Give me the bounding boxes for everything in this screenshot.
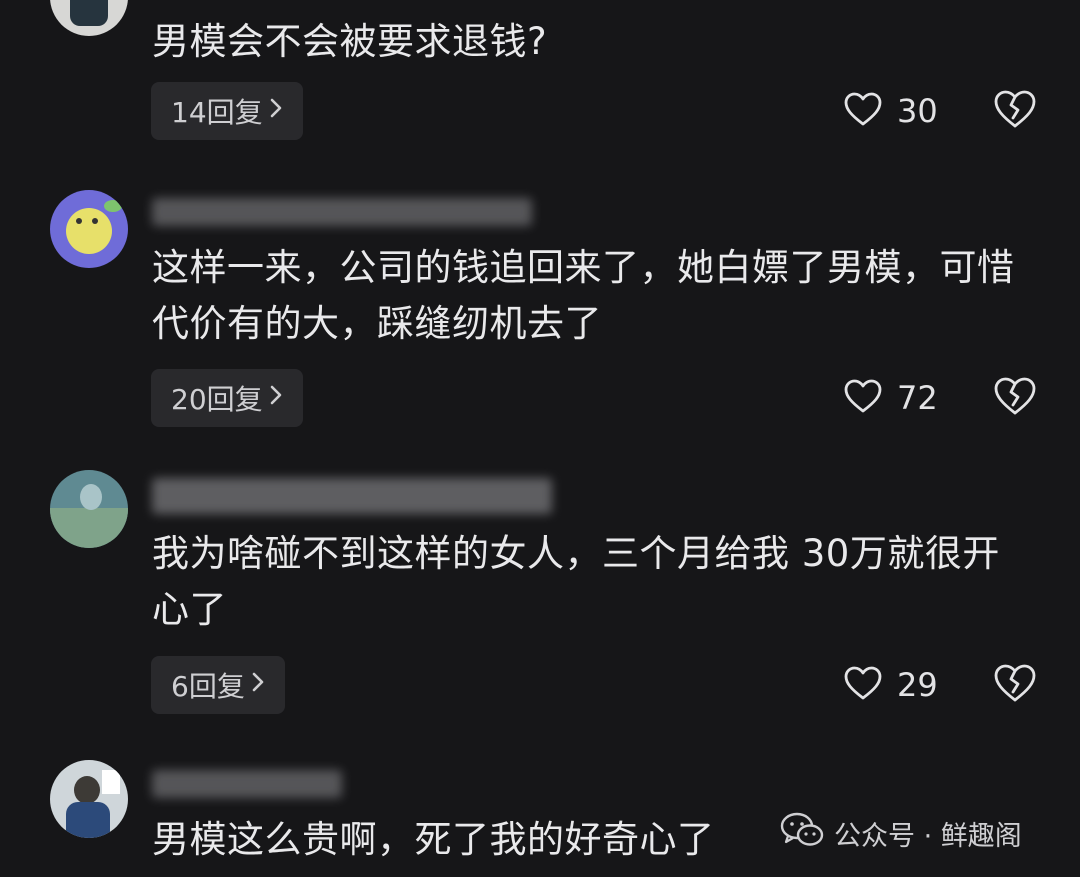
avatar[interactable] bbox=[50, 760, 128, 838]
reply-button[interactable]: 20回复 bbox=[151, 369, 303, 427]
reply-count-label: 14回复 bbox=[171, 96, 263, 129]
like-count: 72 bbox=[897, 379, 938, 417]
reply-count-label: 20回复 bbox=[171, 383, 263, 416]
like-button[interactable]: 29 bbox=[843, 656, 938, 714]
broken-heart-icon[interactable] bbox=[993, 663, 1037, 707]
wechat-watermark: 公众号 · 鲜趣阁 bbox=[780, 808, 1022, 858]
avatar[interactable] bbox=[50, 190, 128, 268]
reply-button[interactable]: 6回复 bbox=[151, 656, 285, 714]
like-button[interactable]: 72 bbox=[843, 369, 938, 427]
username-blurred bbox=[152, 770, 342, 798]
reply-button[interactable]: 14回复 bbox=[151, 82, 303, 140]
broken-heart-icon[interactable] bbox=[993, 89, 1037, 133]
chevron-right-icon bbox=[269, 96, 283, 126]
chevron-right-icon bbox=[269, 383, 283, 413]
heart-icon bbox=[843, 378, 883, 418]
like-button[interactable]: 30 bbox=[843, 82, 938, 140]
avatar[interactable] bbox=[50, 0, 128, 36]
broken-heart-icon[interactable] bbox=[993, 376, 1037, 420]
heart-icon bbox=[843, 665, 883, 705]
heart-icon bbox=[843, 91, 883, 131]
reply-count-label: 6回复 bbox=[171, 670, 245, 703]
chevron-right-icon bbox=[251, 670, 265, 700]
wechat-icon bbox=[780, 811, 824, 856]
like-count: 30 bbox=[897, 92, 938, 130]
like-count: 29 bbox=[897, 666, 938, 704]
username-blurred bbox=[152, 478, 552, 514]
watermark-label: 公众号 · 鲜趣阁 bbox=[834, 820, 1022, 852]
comment-text: 男模会不会被要求退钱? bbox=[152, 20, 548, 63]
avatar[interactable] bbox=[50, 470, 128, 548]
username-blurred bbox=[152, 198, 532, 226]
comment-text: 这样一来，公司的钱追回来了，她白嫖了男模，可惜代价有的大，踩缝纫机去了 bbox=[152, 246, 1015, 345]
comment-text: 男模这么贵啊，死了我的好奇心了 bbox=[152, 818, 715, 861]
comment-text: 我为啥碰不到这样的女人，三个月给我 30万就很开心了 bbox=[152, 532, 1000, 631]
